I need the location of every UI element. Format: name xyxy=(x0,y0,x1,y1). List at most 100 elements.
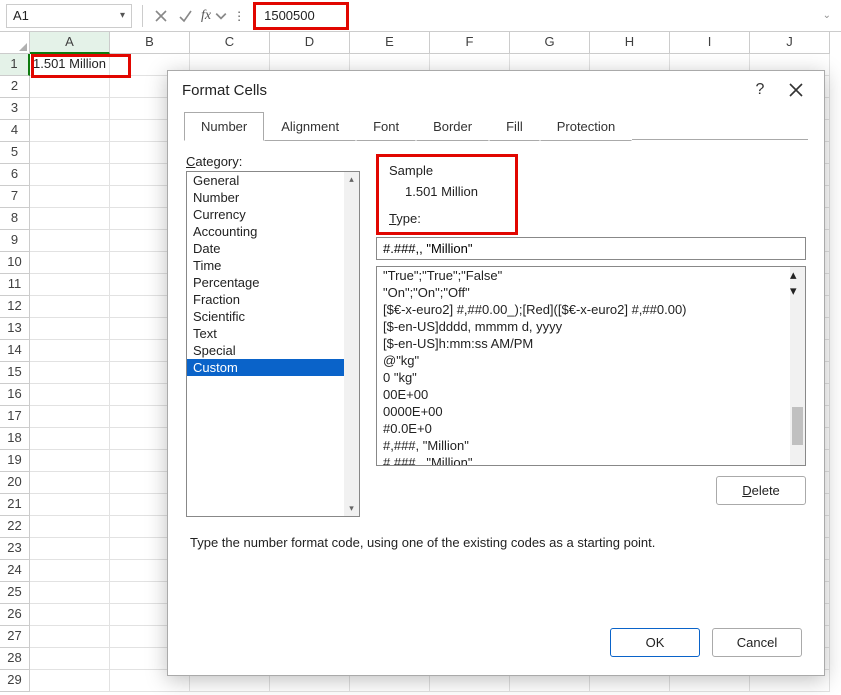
tab-font[interactable]: Font xyxy=(356,112,416,141)
column-header-c[interactable]: C xyxy=(190,32,270,54)
cell[interactable] xyxy=(30,450,110,472)
accept-formula-icon[interactable] xyxy=(175,6,195,26)
column-header-f[interactable]: F xyxy=(430,32,510,54)
cell[interactable] xyxy=(30,76,110,98)
cell[interactable] xyxy=(30,318,110,340)
cell[interactable] xyxy=(30,626,110,648)
column-header-b[interactable]: B xyxy=(110,32,190,54)
scroll-thumb[interactable] xyxy=(792,407,803,445)
format-code-item[interactable]: [$-en-US]dddd, mmmm d, yyyy xyxy=(377,318,805,335)
formula-value[interactable]: 1500500 xyxy=(264,8,315,23)
category-item[interactable]: Text xyxy=(187,325,359,342)
format-code-item[interactable]: #.###,, "Million" xyxy=(377,454,805,466)
column-header-d[interactable]: D xyxy=(270,32,350,54)
scrollbar[interactable]: ▴ ▾ xyxy=(790,267,805,465)
name-box[interactable]: A1 ▾ xyxy=(6,4,132,28)
category-item[interactable]: Accounting xyxy=(187,223,359,240)
cell[interactable] xyxy=(30,428,110,450)
cell[interactable] xyxy=(30,406,110,428)
cell[interactable] xyxy=(30,384,110,406)
tab-protection[interactable]: Protection xyxy=(540,112,633,141)
row-header-4[interactable]: 4 xyxy=(0,120,30,142)
cell[interactable] xyxy=(30,252,110,274)
row-header-13[interactable]: 13 xyxy=(0,318,30,340)
scroll-down-icon[interactable]: ▾ xyxy=(790,283,805,299)
tab-number[interactable]: Number xyxy=(184,112,264,141)
scroll-down-icon[interactable]: ▾ xyxy=(344,501,359,516)
cell[interactable] xyxy=(30,230,110,252)
column-header-h[interactable]: H xyxy=(590,32,670,54)
cell[interactable] xyxy=(30,164,110,186)
column-header-g[interactable]: G xyxy=(510,32,590,54)
format-code-item[interactable]: 0000E+00 xyxy=(377,403,805,420)
row-header-6[interactable]: 6 xyxy=(0,164,30,186)
category-item[interactable]: Time xyxy=(187,257,359,274)
row-header-7[interactable]: 7 xyxy=(0,186,30,208)
tab-alignment[interactable]: Alignment xyxy=(264,112,356,141)
row-header-10[interactable]: 10 xyxy=(0,252,30,274)
format-code-item[interactable]: "On";"On";"Off" xyxy=(377,284,805,301)
tab-fill[interactable]: Fill xyxy=(489,112,540,141)
category-item[interactable]: Currency xyxy=(187,206,359,223)
cell[interactable] xyxy=(30,98,110,120)
row-header-1[interactable]: 1 xyxy=(0,54,30,76)
column-header-j[interactable]: J xyxy=(750,32,830,54)
scroll-up-icon[interactable]: ▴ xyxy=(344,172,359,187)
cell[interactable]: 1.501 Million xyxy=(30,54,110,76)
row-header-8[interactable]: 8 xyxy=(0,208,30,230)
close-button[interactable] xyxy=(778,74,814,106)
category-item[interactable]: Custom xyxy=(187,359,359,376)
row-header-18[interactable]: 18 xyxy=(0,428,30,450)
row-header-5[interactable]: 5 xyxy=(0,142,30,164)
row-header-28[interactable]: 28 xyxy=(0,648,30,670)
row-header-20[interactable]: 20 xyxy=(0,472,30,494)
cell[interactable] xyxy=(30,648,110,670)
cell[interactable] xyxy=(30,340,110,362)
column-header-e[interactable]: E xyxy=(350,32,430,54)
row-header-15[interactable]: 15 xyxy=(0,362,30,384)
row-header-21[interactable]: 21 xyxy=(0,494,30,516)
cell[interactable] xyxy=(30,186,110,208)
row-header-16[interactable]: 16 xyxy=(0,384,30,406)
row-header-23[interactable]: 23 xyxy=(0,538,30,560)
row-header-14[interactable]: 14 xyxy=(0,340,30,362)
format-code-item[interactable]: @"kg" xyxy=(377,352,805,369)
cell[interactable] xyxy=(30,516,110,538)
row-header-26[interactable]: 26 xyxy=(0,604,30,626)
cell[interactable] xyxy=(30,120,110,142)
formula-bar-grip-icon[interactable]: ⋮ xyxy=(233,9,245,23)
row-header-17[interactable]: 17 xyxy=(0,406,30,428)
row-header-3[interactable]: 3 xyxy=(0,98,30,120)
format-codes-listbox[interactable]: "True";"True";"False""On";"On";"Off"[$€-… xyxy=(376,266,806,466)
cell[interactable] xyxy=(30,538,110,560)
cell[interactable] xyxy=(30,296,110,318)
cell[interactable] xyxy=(30,472,110,494)
row-header-11[interactable]: 11 xyxy=(0,274,30,296)
cancel-button[interactable]: Cancel xyxy=(712,628,802,657)
cancel-formula-icon[interactable] xyxy=(151,6,171,26)
formula-expand-chevron-icon[interactable] xyxy=(215,6,227,26)
category-item[interactable]: Fraction xyxy=(187,291,359,308)
dialog-titlebar[interactable]: Format Cells ? xyxy=(168,71,824,109)
row-header-24[interactable]: 24 xyxy=(0,560,30,582)
type-input[interactable] xyxy=(376,237,806,260)
format-code-item[interactable]: [$-en-US]h:mm:ss AM/PM xyxy=(377,335,805,352)
category-item[interactable]: Special xyxy=(187,342,359,359)
scroll-up-icon[interactable]: ▴ xyxy=(790,267,805,283)
cell[interactable] xyxy=(30,274,110,296)
category-item[interactable]: Percentage xyxy=(187,274,359,291)
delete-button[interactable]: Delete xyxy=(716,476,806,505)
row-header-25[interactable]: 25 xyxy=(0,582,30,604)
row-header-29[interactable]: 29 xyxy=(0,670,30,692)
row-header-2[interactable]: 2 xyxy=(0,76,30,98)
row-header-19[interactable]: 19 xyxy=(0,450,30,472)
help-button[interactable]: ? xyxy=(742,74,778,106)
category-item[interactable]: General xyxy=(187,172,359,189)
cell[interactable] xyxy=(30,582,110,604)
scrollbar[interactable]: ▴ ▾ xyxy=(344,172,359,516)
select-all-corner[interactable] xyxy=(0,32,30,54)
cell[interactable] xyxy=(30,560,110,582)
category-listbox[interactable]: GeneralNumberCurrencyAccountingDateTimeP… xyxy=(186,171,360,517)
format-code-item[interactable]: #,###, "Million" xyxy=(377,437,805,454)
cell[interactable] xyxy=(30,362,110,384)
